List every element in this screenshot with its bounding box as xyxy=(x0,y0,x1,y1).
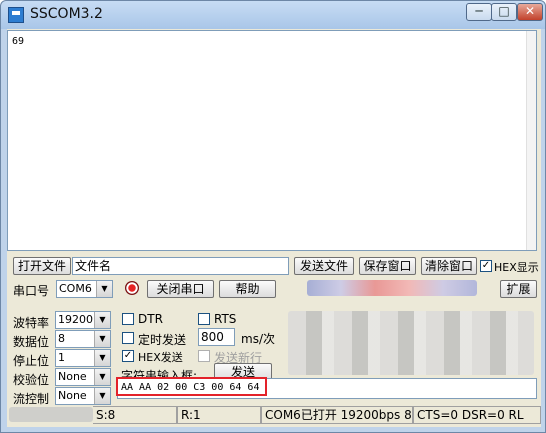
status-blurred xyxy=(9,407,93,422)
dtr-checkbox[interactable] xyxy=(122,313,134,325)
receive-area[interactable]: 69 xyxy=(7,30,537,251)
send-file-button[interactable]: 发送文件 xyxy=(294,257,354,275)
expand-button[interactable]: 扩展 xyxy=(500,280,537,298)
parity-label: 校验位 xyxy=(13,373,50,387)
timed-send-checkbox[interactable] xyxy=(122,332,134,344)
baud-select[interactable]: 19200 ▼ xyxy=(55,311,111,329)
stop-bits-value: 1 xyxy=(58,351,65,364)
receive-scrollbar[interactable] xyxy=(526,31,536,250)
dtr-label: DTR xyxy=(138,312,163,326)
minimize-button[interactable]: ─ xyxy=(466,3,492,21)
close-port-button[interactable]: 关闭串口 xyxy=(147,280,214,298)
status-sent: S:8 xyxy=(93,406,177,424)
chevron-down-icon: ▼ xyxy=(94,369,110,385)
app-icon xyxy=(8,7,24,23)
chevron-down-icon: ▼ xyxy=(94,388,110,404)
filename-field[interactable]: 文件名 xyxy=(72,257,289,275)
parity-value: None xyxy=(58,370,87,383)
status-received: R:1 xyxy=(177,406,261,424)
rts-label: RTS xyxy=(214,312,237,326)
banner-ad-blurred xyxy=(307,280,477,296)
hex-display-checkbox[interactable]: ✓ xyxy=(480,260,492,272)
help-button[interactable]: 帮助 xyxy=(219,280,276,298)
stop-bits-select[interactable]: 1 ▼ xyxy=(55,349,111,367)
hex-send-label: HEX发送 xyxy=(138,351,183,364)
chevron-down-icon: ▼ xyxy=(94,350,110,366)
open-file-button[interactable]: 打开文件 xyxy=(13,257,71,275)
status-bar: S:8 R:1 COM6已打开 19200bps 8 CTS=0 DSR=0 R… xyxy=(7,405,541,425)
interval-unit: ms/次 xyxy=(241,332,275,346)
port-value: COM6 xyxy=(59,282,92,295)
port-label: 串口号 xyxy=(13,284,50,298)
save-window-button[interactable]: 保存窗口 xyxy=(359,257,416,275)
timed-send-label: 定时发送 xyxy=(138,333,187,347)
port-status-icon xyxy=(125,281,139,295)
port-select[interactable]: COM6 ▼ xyxy=(56,280,113,298)
clear-window-button[interactable]: 清除窗口 xyxy=(421,257,477,275)
hex-display-label: HEX显示 xyxy=(494,261,539,274)
interval-field[interactable]: 800 xyxy=(198,328,235,346)
flow-value: None xyxy=(58,389,87,402)
window-title: SSCOM3.2 xyxy=(30,6,103,22)
baud-value: 19200 xyxy=(58,313,93,326)
flow-select[interactable]: None ▼ xyxy=(55,387,111,405)
data-bits-value: 8 xyxy=(58,332,65,345)
title-bar[interactable]: SSCOM3.2 ─ □ ✕ xyxy=(1,1,545,29)
hex-send-checkbox[interactable]: ✓ xyxy=(122,350,134,362)
ad-panel-blurred xyxy=(288,311,534,375)
highlight-box xyxy=(116,377,267,396)
stop-bits-label: 停止位 xyxy=(13,354,50,368)
status-port: COM6已打开 19200bps 8 xyxy=(261,406,413,424)
receive-text: 69 xyxy=(12,36,25,47)
client-area: 69 打开文件 文件名 发送文件 保存窗口 清除窗口 ✓ HEX显示 串口号 C… xyxy=(7,29,541,427)
app-window: SSCOM3.2 ─ □ ✕ 69 打开文件 文件名 发送文件 保存窗口 清除窗… xyxy=(0,0,546,433)
send-newline-checkbox[interactable] xyxy=(198,350,210,362)
data-bits-label: 数据位 xyxy=(13,335,50,349)
chevron-down-icon: ▼ xyxy=(96,281,112,297)
close-button[interactable]: ✕ xyxy=(517,3,543,21)
chevron-down-icon: ▼ xyxy=(94,312,110,328)
parity-select[interactable]: None ▼ xyxy=(55,368,111,386)
status-lines: CTS=0 DSR=0 RL xyxy=(413,406,541,424)
maximize-button[interactable]: □ xyxy=(491,3,517,21)
chevron-down-icon: ▼ xyxy=(94,331,110,347)
baud-label: 波特率 xyxy=(13,316,50,330)
rts-checkbox[interactable] xyxy=(198,313,210,325)
data-bits-select[interactable]: 8 ▼ xyxy=(55,330,111,348)
